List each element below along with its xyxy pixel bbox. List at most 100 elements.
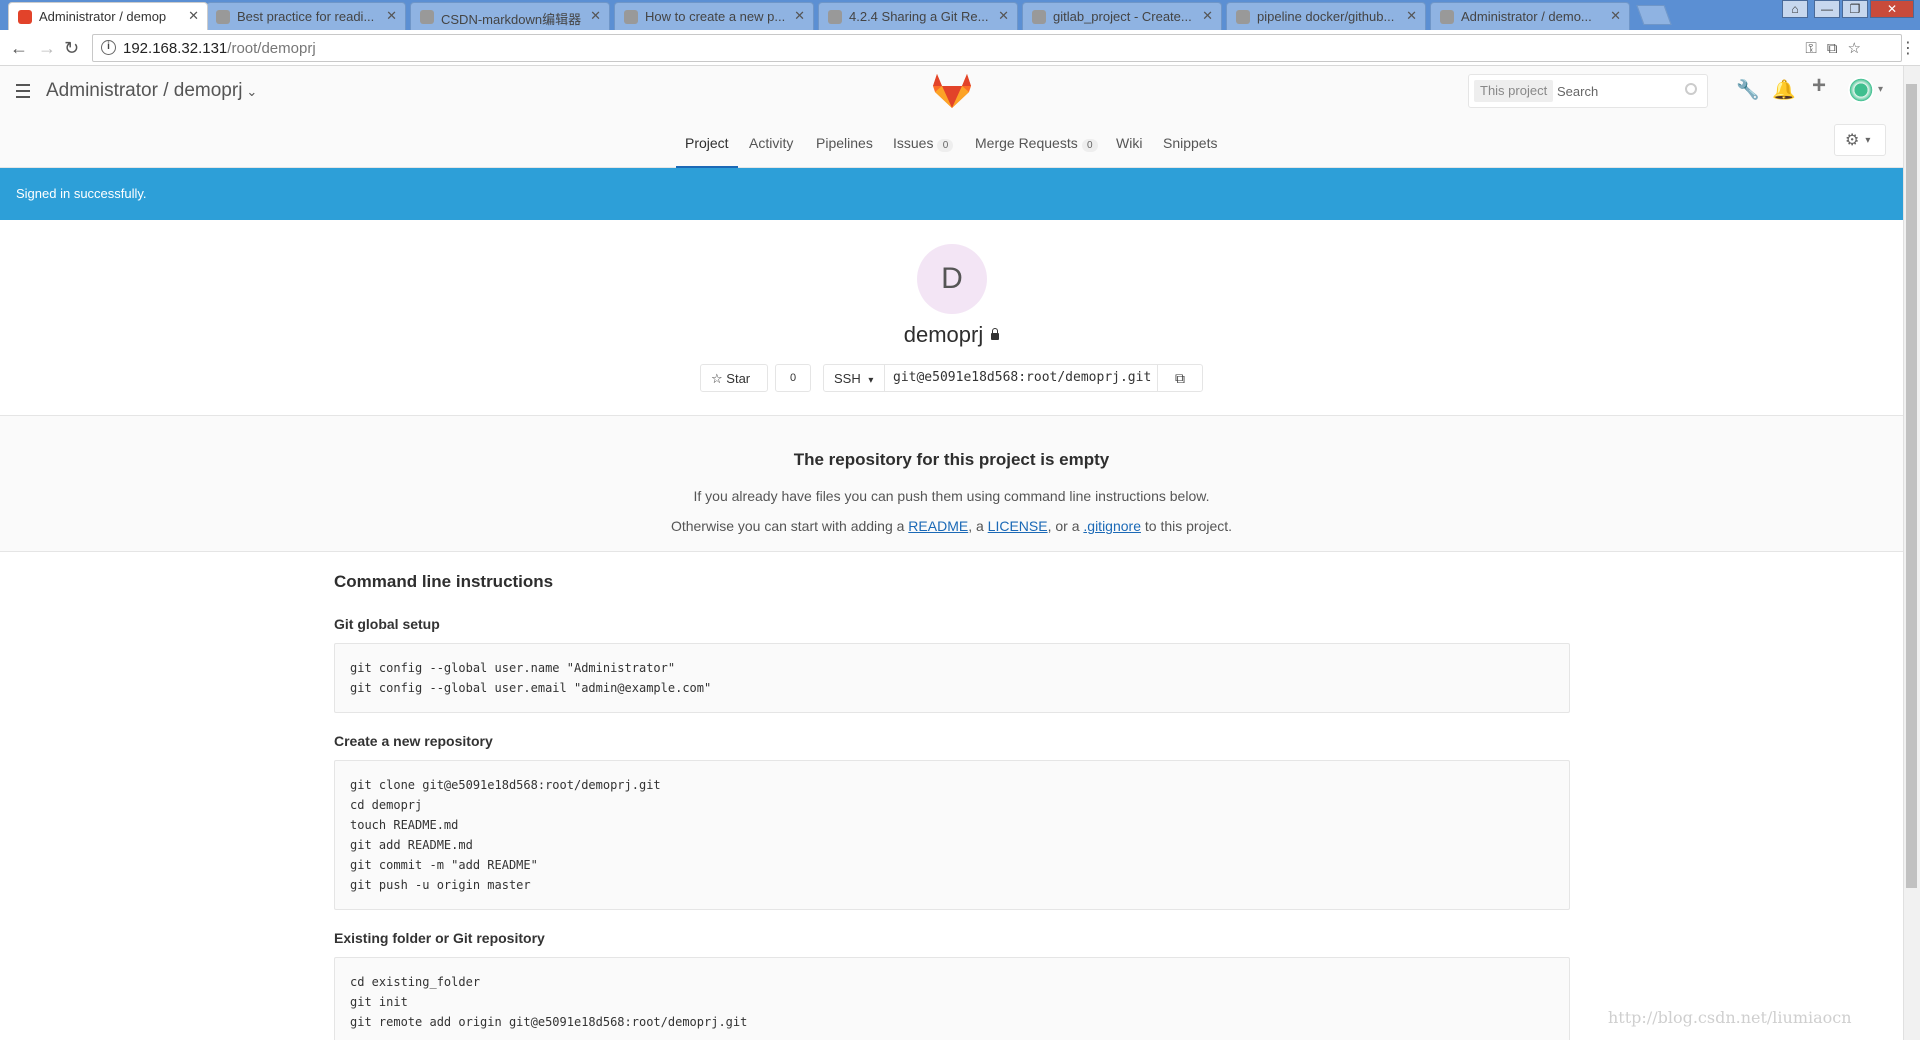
bookmark-star-icon[interactable]: ☆	[1848, 40, 1871, 57]
watermark-text: http://blog.csdn.net/liumiaocn	[1608, 1008, 1852, 1027]
browser-toolbar: ← → ↻ i 192.168.32.131/root/demoprj ⚿⧉☆ …	[0, 30, 1920, 66]
clone-url-input[interactable]: git@e5091e18d568:root/demoprj.git	[885, 364, 1157, 392]
browser-tab-title: gitlab_project - Create...	[1053, 9, 1192, 24]
back-arrow-icon[interactable]: ←	[10, 38, 28, 58]
browser-tab[interactable]: Administrator / demo... ✕	[1430, 2, 1630, 30]
section-heading: Existing folder or Git repository	[334, 930, 545, 946]
tab-project[interactable]: Project	[676, 124, 738, 168]
caret-down-icon: ▾	[868, 375, 874, 386]
browser-tab-title: Administrator / demo...	[1461, 9, 1592, 24]
new-tab-button[interactable]	[1636, 5, 1672, 25]
key-icon[interactable]: ⚿	[1805, 40, 1826, 57]
close-window-button[interactable]: ✕	[1870, 0, 1914, 18]
tab-issues[interactable]: Issues 0	[893, 124, 954, 168]
protocol-label: SSH	[834, 371, 861, 386]
menu-dots-icon[interactable]: ⋮	[1900, 38, 1916, 58]
admin-wrench-icon[interactable]: 🔧	[1736, 78, 1760, 102]
star-icon: ☆	[711, 371, 723, 386]
close-tab-icon[interactable]: ✕	[590, 8, 601, 24]
chevron-down-icon[interactable]: ⌄	[246, 84, 257, 99]
gitignore-link[interactable]: .gitignore	[1083, 518, 1141, 534]
copy-url-button[interactable]: ⧉	[1157, 364, 1203, 392]
line2-sep: , or a	[1047, 518, 1084, 534]
browser-tab-title: How to create a new p...	[645, 9, 786, 24]
page-scrollbar-thumb[interactable]	[1906, 84, 1917, 888]
gitlab-logo-icon[interactable]	[932, 72, 972, 110]
flash-message: Signed in successfully.	[16, 186, 147, 201]
command-line-instructions: Command line instructions Git global set…	[334, 572, 1570, 1040]
close-tab-icon[interactable]: ✕	[188, 8, 199, 24]
close-tab-icon[interactable]: ✕	[1610, 8, 1621, 24]
star-button-label: Star	[726, 371, 751, 386]
browser-tab[interactable]: 4.2.4 Sharing a Git Re... ✕	[818, 2, 1018, 30]
forward-arrow-icon[interactable]: →	[38, 38, 56, 58]
readme-link[interactable]: README	[908, 518, 968, 534]
avatar-caret-icon[interactable]: ▾	[1878, 84, 1883, 95]
browser-tab-strip: Administrator / demop ✕ Best practice fo…	[0, 0, 1920, 30]
gitlab-header: Administrator / demoprj ⌄ This project Se…	[0, 66, 1903, 168]
user-avatar[interactable]	[1848, 77, 1874, 103]
hamburger-menu-icon[interactable]	[16, 84, 30, 102]
merge-requests-count-badge: 0	[1081, 139, 1098, 152]
star-button[interactable]: ☆ Star	[700, 364, 768, 392]
license-link[interactable]: LICENSE	[988, 518, 1048, 534]
gitlab-favicon-icon	[18, 10, 32, 24]
browser-tab-title: Best practice for readi...	[237, 9, 375, 24]
url-host: 192.168.32.131	[123, 40, 228, 57]
browser-tab-active[interactable]: Administrator / demop ✕	[8, 2, 208, 30]
project-settings-button[interactable]: ⚙ ▾	[1834, 124, 1886, 156]
browser-tab[interactable]: How to create a new p... ✕	[614, 2, 814, 30]
instructions-title: Command line instructions	[334, 572, 554, 591]
close-tab-icon[interactable]: ✕	[386, 8, 397, 24]
clone-protocol-dropdown[interactable]: SSH ▾	[823, 364, 885, 392]
caret-down-icon: ▾	[1865, 135, 1871, 147]
search-icon	[1685, 83, 1697, 95]
breadcrumb-separator: /	[157, 80, 174, 101]
line2-sep: , a	[968, 518, 988, 534]
browser-tab[interactable]: pipeline docker/github... ✕	[1226, 2, 1426, 30]
line2-suffix: to this project.	[1140, 518, 1233, 534]
page-favicon-icon	[624, 10, 638, 24]
search-input[interactable]: This project Search	[1468, 74, 1708, 108]
csdn-favicon-icon	[420, 10, 434, 24]
project-link[interactable]: demoprj	[174, 80, 243, 101]
new-plus-icon[interactable]: +	[1812, 72, 1826, 100]
browser-tab[interactable]: gitlab_project - Create... ✕	[1022, 2, 1222, 30]
restore-window-button[interactable]: ❐	[1842, 0, 1868, 18]
browser-tab[interactable]: CSDN-markdown编辑器 ✕	[410, 2, 610, 30]
close-tab-icon[interactable]: ✕	[1202, 8, 1213, 24]
tab-wiki[interactable]: Wiki	[1116, 124, 1142, 168]
tab-activity[interactable]: Activity	[749, 124, 793, 168]
section-heading: Git global setup	[334, 616, 440, 632]
search-scope-badge: This project	[1474, 80, 1554, 102]
project-breadcrumb[interactable]: Administrator / demoprj ⌄	[46, 80, 257, 102]
code-block-global-setup[interactable]: git config --global user.name "Administr…	[334, 643, 1570, 713]
lock-icon	[991, 327, 1000, 340]
tab-snippets[interactable]: Snippets	[1163, 124, 1217, 168]
tab-pipelines[interactable]: Pipelines	[816, 124, 873, 168]
tab-merge-requests[interactable]: Merge Requests 0	[975, 124, 1098, 168]
namespace-link[interactable]: Administrator	[46, 80, 158, 101]
close-tab-icon[interactable]: ✕	[794, 8, 805, 24]
code-block-existing-folder[interactable]: cd existing_folder git init git remote a…	[334, 957, 1570, 1040]
profile-icon[interactable]: ⌂	[1782, 0, 1808, 18]
star-count[interactable]: 0	[775, 364, 811, 392]
reload-icon[interactable]: ↻	[64, 38, 79, 58]
info-icon[interactable]: i	[101, 40, 116, 55]
close-tab-icon[interactable]: ✕	[1406, 8, 1417, 24]
browser-tab-title: CSDN-markdown编辑器	[441, 12, 582, 27]
project-name: demoprj	[903, 322, 984, 347]
issues-count-badge: 0	[937, 139, 954, 152]
browser-tab[interactable]: Best practice for readi... ✕	[206, 2, 406, 30]
flash-notice: Signed in successfully.	[0, 168, 1903, 220]
minimize-window-button[interactable]: —	[1814, 0, 1840, 18]
gear-icon: ⚙	[1845, 132, 1860, 149]
address-bar[interactable]: i 192.168.32.131/root/demoprj ⚿⧉☆	[92, 34, 1902, 62]
empty-repo-line1: If you already have files you can push t…	[693, 488, 1210, 504]
translate-icon[interactable]: ⧉	[1827, 40, 1848, 57]
line2-prefix: Otherwise you can start with adding a	[670, 518, 909, 534]
code-block-new-repo[interactable]: git clone git@e5091e18d568:root/demoprj.…	[334, 760, 1570, 910]
close-tab-icon[interactable]: ✕	[998, 8, 1009, 24]
notifications-bell-icon[interactable]: 🔔	[1772, 78, 1796, 102]
page-favicon-icon	[216, 10, 230, 24]
